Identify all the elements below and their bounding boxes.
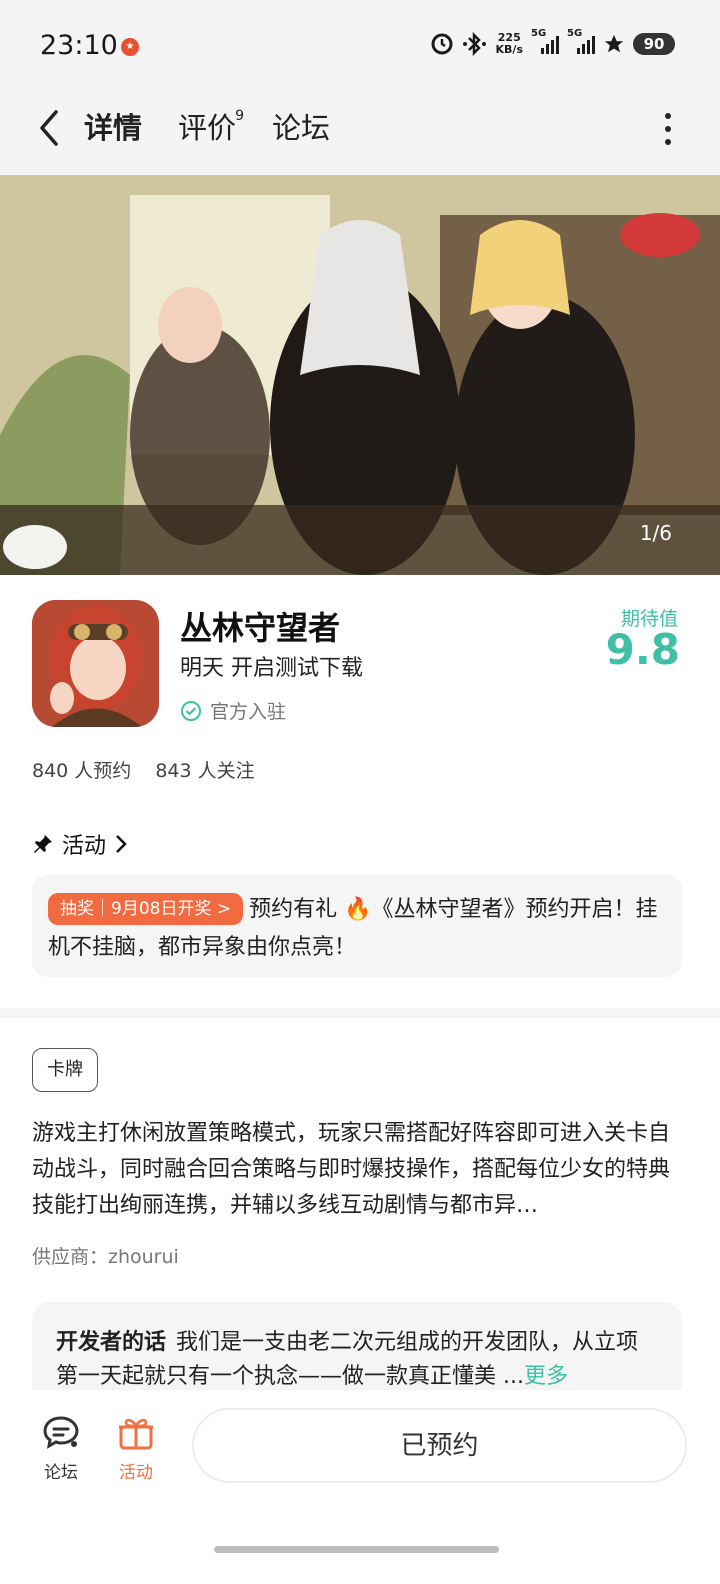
sim2-label: 5G — [567, 28, 583, 39]
developer-note-label: 开发者的话 — [56, 1330, 167, 1355]
sim1-signal-icon: 5G — [531, 28, 559, 54]
game-description[interactable]: 游戏主打休闲放置策略模式，玩家只需搭配好阵容即可进入关卡自动战斗，同时融合回合策… — [32, 1116, 682, 1224]
top-nav: 详情 评价 9 论坛 — [0, 90, 720, 175]
vendor-info: 供应商：zhourui — [32, 1246, 179, 1268]
activity-card[interactable]: 抽奖｜9月08日开奖 > 预约有礼 🔥《丛林守望者》预约开启！挂机不挂脑，都市异象… — [32, 875, 682, 977]
tab-bar: 详情 评价 9 论坛 — [79, 108, 330, 150]
tab-reviews[interactable]: 评价 9 — [178, 108, 244, 148]
activity-section-header[interactable]: 活动 — [32, 828, 128, 860]
battery-indicator: 90 — [633, 33, 675, 55]
forum-chat-icon — [43, 1416, 79, 1449]
tab-forum-label: 论坛 — [272, 111, 331, 145]
sim2-signal-icon: 5G — [567, 28, 595, 54]
status-time: 23:10 — [40, 30, 118, 61]
app-release-status: 明天 开启测试下载 — [180, 656, 363, 681]
official-badge: 官方入驻 — [180, 697, 286, 724]
tab-details[interactable]: 详情 — [79, 108, 147, 150]
chevron-right-icon — [116, 835, 127, 853]
genre-tag[interactable]: 卡牌 — [32, 1048, 98, 1092]
back-arrow-icon[interactable] — [34, 108, 64, 148]
bottom-nav-activity-label: 活动 — [119, 1463, 153, 1483]
tab-forum[interactable]: 论坛 — [272, 108, 330, 148]
app-icon — [32, 600, 159, 727]
sim1-label: 5G — [531, 28, 547, 39]
follower-count: 843 人关注 — [155, 760, 255, 782]
star-status-icon — [604, 34, 624, 53]
check-circle-icon — [181, 700, 201, 721]
activity-heading: 活动 — [62, 834, 107, 859]
tab-reviews-label: 评价 — [178, 111, 237, 145]
reserved-button[interactable]: 已预约 — [192, 1408, 687, 1483]
app-icon-art — [32, 600, 159, 727]
status-icons: 225 KB/s 5G 5G 90 — [430, 28, 675, 56]
network-speed-unit: KB/s — [495, 43, 523, 56]
banner-artwork — [0, 175, 720, 575]
section-divider — [0, 1008, 720, 1018]
stats-row: 840 人预约 843 人关注 — [32, 756, 255, 783]
bottom-action-bar: 论坛 活动 已预约 — [0, 1390, 720, 1584]
notification-app-icon: ★ — [121, 38, 139, 56]
app-title: 丛林守望者 — [180, 609, 341, 647]
status-bar: 23:10 ★ 225 KB/s 5G 5G 90 — [0, 0, 720, 90]
reservation-count: 840 人预约 — [32, 760, 132, 782]
carousel-counter: 1/6 — [639, 521, 672, 545]
tab-reviews-count: 9 — [235, 108, 245, 124]
network-speed: 225 KB/s — [496, 32, 523, 56]
bottom-nav-activity[interactable]: 活动 — [106, 1414, 166, 1483]
alarm-icon — [431, 33, 453, 55]
tab-details-label: 详情 — [84, 111, 143, 145]
bluetooth-icon — [462, 32, 486, 56]
more-options-icon[interactable] — [664, 112, 672, 146]
bottom-nav-forum[interactable]: 论坛 — [31, 1414, 91, 1483]
developer-note-more-link[interactable]: 更多 — [524, 1364, 568, 1389]
bottom-nav-forum-label: 论坛 — [44, 1463, 78, 1483]
gift-icon — [119, 1418, 153, 1450]
official-label: 官方入驻 — [210, 701, 287, 723]
pin-icon — [34, 835, 52, 853]
expectation-score[interactable]: 9.8 — [606, 625, 680, 674]
home-indicator[interactable] — [214, 1546, 499, 1553]
screenshot-carousel[interactable]: 1/6 — [0, 175, 720, 575]
lottery-badge[interactable]: 抽奖｜9月08日开奖 > — [48, 893, 244, 925]
